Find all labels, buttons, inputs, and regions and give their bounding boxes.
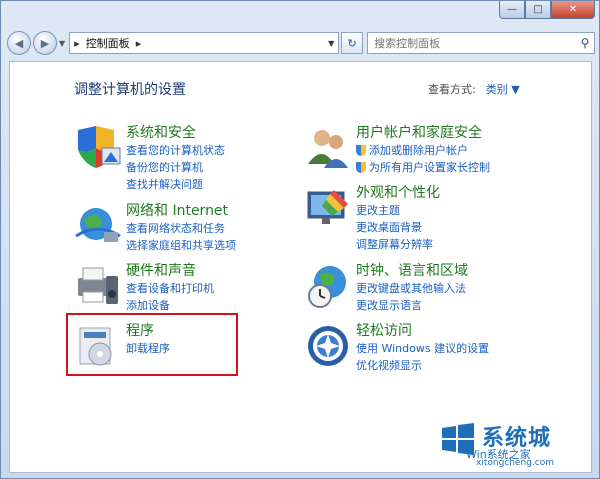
link-devices-printers[interactable]: 查看设备和打印机 <box>126 280 214 297</box>
link-network-status[interactable]: 查看网络状态和任务 <box>126 220 236 237</box>
link-adjust-resolution[interactable]: 调整屏幕分辨率 <box>356 236 440 253</box>
search-box[interactable]: ⚲ <box>367 32 595 54</box>
link-view-computer-status[interactable]: 查看您的计算机状态 <box>126 142 225 159</box>
view-by-label: 查看方式: <box>428 83 476 96</box>
control-panel-content: 调整计算机的设置 查看方式: 类别 ▼ 系统和安全 查看您的计算机状态 备份您的计… <box>9 61 592 473</box>
link-add-remove-user[interactable]: 添加或删除用户帐户 <box>356 142 490 159</box>
link-optimize-display[interactable]: 优化视频显示 <box>356 357 489 374</box>
refresh-button[interactable]: ↻ <box>341 32 364 54</box>
category-system-security: 系统和安全 查看您的计算机状态 备份您的计算机 查找并解决问题 <box>74 124 225 193</box>
uac-shield-icon <box>356 162 366 173</box>
link-label[interactable]: 为所有用户设置家长控制 <box>369 159 490 176</box>
watermark: 系统城 Win系统之家 xitongcheng.com <box>434 418 586 470</box>
page-title: 调整计算机的设置 <box>74 82 186 98</box>
path-root-arrow-icon[interactable]: ▸ <box>74 37 80 50</box>
watermark-url: xitongcheng.com <box>476 458 554 468</box>
ease-of-access-icon[interactable] <box>304 322 352 370</box>
category-title[interactable]: 硬件和声音 <box>126 262 214 280</box>
appearance-icon[interactable] <box>304 184 352 232</box>
category-user-accounts: 用户帐户和家庭安全 添加或删除用户帐户 为所有用户设置家长控制 <box>304 124 490 176</box>
navigation-bar: ◀ ▶ ▼ ▸ 控制面板 ▸ ▼ ↻ ⚲ <box>7 29 595 57</box>
category-title[interactable]: 时钟、语言和区域 <box>356 262 468 280</box>
view-by: 查看方式: 类别 ▼ <box>428 81 520 97</box>
link-change-theme[interactable]: 更改主题 <box>356 202 440 219</box>
address-bar[interactable]: ▸ 控制面板 ▸ ▼ <box>69 32 340 54</box>
category-appearance: 外观和个性化 更改主题 更改桌面背景 调整屏幕分辨率 <box>304 184 440 253</box>
category-title[interactable]: 外观和个性化 <box>356 184 440 202</box>
path-separator-icon[interactable]: ▸ <box>136 37 142 50</box>
link-label[interactable]: 添加或删除用户帐户 <box>369 142 468 159</box>
category-ease-of-access: 轻松访问 使用 Windows 建议的设置 优化视频显示 <box>304 322 489 374</box>
recent-pages-button[interactable]: ▼ <box>59 39 65 48</box>
category-clock-language-region: 时钟、语言和区域 更改键盘或其他输入法 更改显示语言 <box>304 262 468 314</box>
category-network-internet: 网络和 Internet 查看网络状态和任务 选择家庭组和共享选项 <box>74 202 236 254</box>
link-change-display-language[interactable]: 更改显示语言 <box>356 297 468 314</box>
category-title[interactable]: 网络和 Internet <box>126 202 236 220</box>
system-security-icon[interactable] <box>74 124 122 172</box>
category-title[interactable]: 轻松访问 <box>356 322 489 340</box>
link-recommended-settings[interactable]: 使用 Windows 建议的设置 <box>356 340 489 357</box>
link-troubleshoot[interactable]: 查找并解决问题 <box>126 176 225 193</box>
view-by-dropdown[interactable]: 类别 ▼ <box>486 83 520 96</box>
highlight-box <box>66 313 238 376</box>
category-hardware-sound: 硬件和声音 查看设备和打印机 添加设备 <box>74 262 214 314</box>
link-homegroup-sharing[interactable]: 选择家庭组和共享选项 <box>126 237 236 254</box>
breadcrumb-control-panel[interactable]: 控制面板 <box>86 35 130 51</box>
forward-button[interactable]: ▶ <box>33 31 57 55</box>
network-icon[interactable] <box>74 202 122 250</box>
maximize-button[interactable]: □ <box>525 1 551 19</box>
control-panel-window: — □ ✕ ◀ ▶ ▼ ▸ 控制面板 ▸ ▼ ↻ ⚲ 调整计算机的设置 查看方式… <box>0 0 600 479</box>
category-title[interactable]: 系统和安全 <box>126 124 225 142</box>
search-input[interactable] <box>374 36 576 50</box>
link-parental-controls[interactable]: 为所有用户设置家长控制 <box>356 159 490 176</box>
address-dropdown-icon[interactable]: ▼ <box>324 39 338 48</box>
close-button[interactable]: ✕ <box>551 1 595 19</box>
link-backup-computer[interactable]: 备份您的计算机 <box>126 159 225 176</box>
clock-language-icon[interactable] <box>304 262 352 310</box>
search-icon[interactable]: ⚲ <box>576 36 594 50</box>
window-caption-buttons: — □ ✕ <box>499 1 595 19</box>
link-add-device[interactable]: 添加设备 <box>126 297 214 314</box>
user-accounts-icon[interactable] <box>304 124 352 172</box>
link-change-background[interactable]: 更改桌面背景 <box>356 219 440 236</box>
uac-shield-icon <box>356 145 366 156</box>
hardware-sound-icon[interactable] <box>74 262 122 310</box>
link-change-input-method[interactable]: 更改键盘或其他输入法 <box>356 280 468 297</box>
back-button[interactable]: ◀ <box>7 31 31 55</box>
minimize-button[interactable]: — <box>499 1 525 19</box>
category-title[interactable]: 用户帐户和家庭安全 <box>356 124 490 142</box>
